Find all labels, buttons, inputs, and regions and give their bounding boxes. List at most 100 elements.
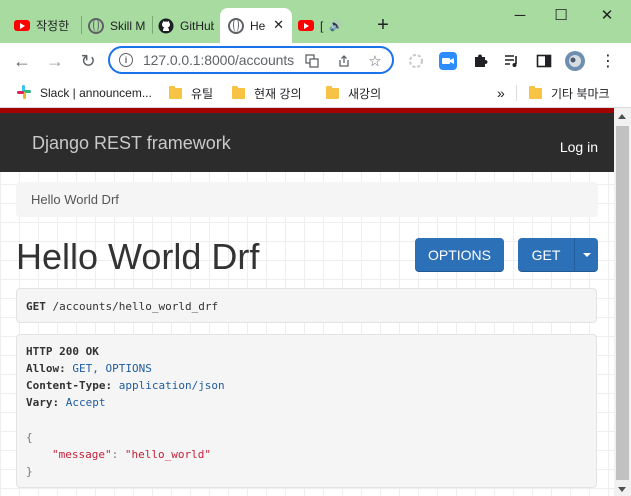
back-arrow-icon: ←: [13, 50, 31, 71]
get-format-dropdown[interactable]: [574, 238, 598, 272]
json-close-brace: }: [26, 465, 33, 478]
bookmark-label: Slack | announcem...: [40, 86, 152, 100]
forward-button[interactable]: →: [43, 49, 67, 73]
back-button[interactable]: ←: [10, 49, 34, 73]
close-window-button[interactable]: ✕: [587, 2, 627, 28]
profile-avatar[interactable]: [565, 51, 585, 71]
youtube-icon: [298, 18, 314, 34]
folder-icon: [232, 85, 245, 99]
json-colon: :: [111, 448, 125, 461]
maximize-icon: ☐: [554, 7, 568, 24]
options-button-label: OPTIONS: [427, 247, 491, 263]
tab-youtube-2[interactable]: [ 🔊: [298, 8, 356, 43]
bookmark-folder-other[interactable]: 기타 북마크: [529, 84, 610, 102]
json-open-brace: {: [26, 431, 33, 444]
vary-header-value: Accept: [65, 396, 106, 409]
request-path: /accounts/hello_world_drf: [52, 300, 219, 313]
bookmark-folder-current[interactable]: 현재 강의: [232, 84, 302, 102]
allow-header-value: GET, OPTIONS: [72, 362, 152, 375]
response-info: HTTP 200 OK Allow: GET, OPTIONS Content-…: [16, 334, 597, 488]
folder-icon: [529, 85, 542, 99]
brand-link[interactable]: Django REST framework: [32, 133, 231, 154]
media-control-icon[interactable]: [502, 51, 522, 71]
content-type-label: Content-Type:: [26, 379, 113, 392]
tab-current[interactable]: He ✕: [220, 8, 292, 43]
tab-title: GitHub: [180, 18, 214, 33]
breadcrumb-item[interactable]: Hello World Drf: [31, 192, 119, 207]
address-url[interactable]: 127.0.0.1:8000/accounts: [143, 52, 294, 68]
github-icon: [158, 18, 174, 34]
zoom-extension-icon[interactable]: [438, 51, 458, 71]
tab-title: Skill M: [110, 18, 146, 33]
vertical-scrollbar[interactable]: [614, 108, 631, 496]
bookmarks-overflow-button[interactable]: »: [497, 84, 505, 102]
json-key: "message": [52, 448, 112, 461]
caret-down-icon: [582, 253, 591, 257]
translate-icon[interactable]: [303, 52, 321, 70]
request-info: GET /accounts/hello_world_drf: [16, 288, 597, 323]
login-link[interactable]: Log in: [560, 139, 598, 155]
tab-youtube-1[interactable]: 작정한: [14, 8, 76, 43]
more-menu-icon[interactable]: ⋮: [598, 51, 618, 71]
reload-icon: ↻: [80, 50, 96, 71]
globe-icon: [228, 17, 244, 34]
site-info-icon[interactable]: i: [119, 53, 133, 67]
get-button-label: GET: [531, 247, 561, 263]
tab-title: 작정한: [36, 19, 70, 33]
bookmarks-divider: [516, 85, 517, 101]
tab-title: He: [250, 18, 266, 33]
bookmark-slack[interactable]: Slack | announcem...: [16, 84, 152, 102]
bookmark-label: 현재 강의: [254, 86, 302, 101]
get-button[interactable]: GET: [518, 238, 574, 272]
plus-icon: +: [377, 14, 389, 36]
browser-titlebar: 작정한 Skill M GitHub He ✕ [ 🔊 + ─ ☐ ✕: [0, 0, 631, 43]
tab-title: [: [320, 18, 324, 33]
address-bar[interactable]: i 127.0.0.1:8000/accounts ☆: [108, 46, 394, 74]
bookmark-label: 새강의: [348, 86, 382, 101]
close-tab-icon[interactable]: ✕: [273, 17, 284, 33]
slack-icon: [16, 84, 32, 103]
chevron-double-right-icon: »: [497, 85, 505, 101]
bookmark-label: 기타 북마크: [551, 86, 610, 101]
bookmark-folder-util[interactable]: 유틸: [169, 84, 213, 102]
page-viewport: Django REST framework Log in Hello World…: [0, 108, 614, 496]
response-status: HTTP 200 OK: [26, 345, 99, 358]
maximize-button[interactable]: ☐: [541, 2, 581, 28]
content-type-value: application/json: [118, 379, 225, 392]
request-method: GET: [26, 300, 46, 313]
extension-placeholder-icon[interactable]: [406, 51, 426, 71]
tab-separator: [81, 16, 82, 34]
side-panel-icon[interactable]: [534, 51, 554, 71]
reload-button[interactable]: ↻: [76, 49, 100, 73]
breadcrumb: Hello World Drf: [16, 182, 598, 217]
share-icon[interactable]: [335, 52, 353, 70]
bookmarks-bar: Slack | announcem... 유틸 현재 강의 새강의 » 기타 북…: [0, 79, 631, 108]
tab-separator: [152, 16, 153, 34]
json-value: "hello_world": [124, 448, 211, 461]
bookmark-folder-new[interactable]: 새강의: [326, 84, 381, 102]
scrollbar-thumb[interactable]: [616, 126, 629, 480]
scroll-up-arrow-icon[interactable]: [618, 114, 626, 119]
scroll-down-arrow-icon[interactable]: [618, 487, 626, 492]
minimize-icon: ─: [514, 6, 526, 24]
tab-skill[interactable]: Skill M: [88, 8, 148, 43]
bookmark-label: 유틸: [191, 86, 214, 101]
vary-header-label: Vary:: [26, 396, 60, 409]
bookmark-star-icon[interactable]: ☆: [366, 52, 384, 70]
page-title: Hello World Drf: [16, 236, 260, 277]
browser-toolbar: ← → ↻ i 127.0.0.1:8000/accounts ☆ ⋮: [0, 43, 631, 79]
folder-icon: [169, 85, 182, 99]
globe-icon: [88, 17, 104, 34]
options-button[interactable]: OPTIONS: [415, 238, 504, 272]
tab-github[interactable]: GitHub: [158, 8, 214, 43]
youtube-icon: [14, 18, 30, 34]
speaker-icon[interactable]: 🔊: [329, 19, 343, 32]
folder-icon: [326, 85, 339, 99]
allow-header-label: Allow:: [26, 362, 66, 375]
top-navbar: Django REST framework Log in: [0, 108, 614, 172]
new-tab-button[interactable]: +: [372, 8, 394, 43]
close-icon: ✕: [600, 7, 614, 24]
minimize-button[interactable]: ─: [500, 2, 540, 28]
forward-arrow-icon: →: [46, 50, 64, 71]
extensions-puzzle-icon[interactable]: [470, 51, 490, 71]
